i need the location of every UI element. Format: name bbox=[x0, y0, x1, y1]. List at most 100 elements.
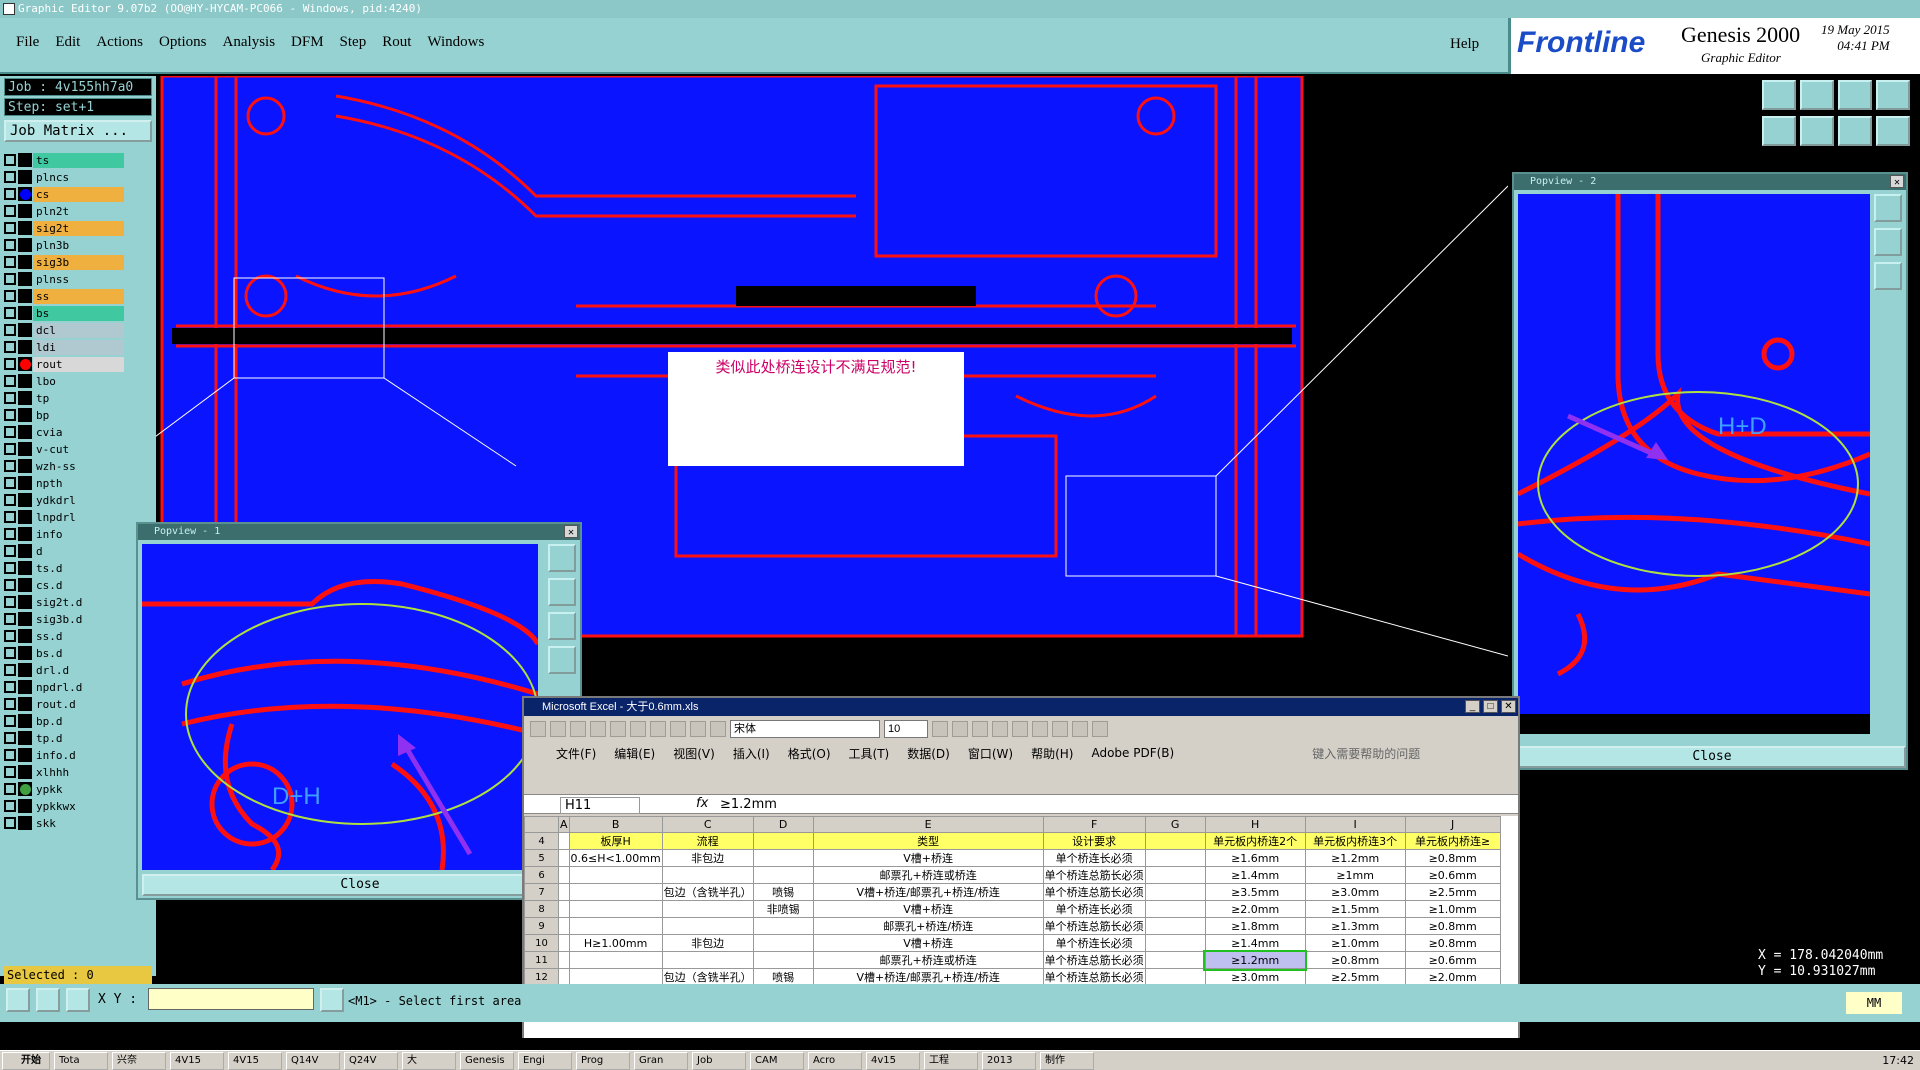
taskbar-item[interactable]: Gran bbox=[634, 1051, 688, 1070]
layer-row[interactable]: bs.d bbox=[4, 645, 124, 661]
layer-name[interactable]: cs bbox=[33, 186, 124, 202]
layer-checkbox[interactable] bbox=[4, 630, 16, 642]
cell[interactable] bbox=[752, 934, 814, 952]
taskbar-item[interactable]: 4V15 bbox=[170, 1051, 224, 1070]
taskbar-item[interactable]: 大 bbox=[402, 1051, 456, 1070]
layer-checkbox[interactable] bbox=[4, 460, 16, 472]
layer-row[interactable]: bp.d bbox=[4, 713, 124, 729]
layer-row[interactable]: info bbox=[4, 526, 124, 542]
cell[interactable]: ≥1.8mm bbox=[1204, 917, 1306, 935]
cell[interactable]: 邮票孔+桥连或桥连 bbox=[812, 866, 1044, 884]
align-left-icon[interactable] bbox=[992, 721, 1008, 737]
column-header[interactable]: C bbox=[661, 816, 754, 833]
popview-1-tool-1[interactable] bbox=[548, 544, 576, 572]
layer-checkbox[interactable] bbox=[4, 613, 16, 625]
cell[interactable]: 单个桥连长必须 bbox=[1042, 934, 1146, 952]
cell[interactable]: 单个桥连总筋长必须 bbox=[1042, 951, 1146, 969]
popview-2-tool-2[interactable] bbox=[1874, 228, 1902, 256]
popview-1-close-icon[interactable]: ✕ bbox=[564, 525, 578, 538]
layer-checkbox[interactable] bbox=[4, 596, 16, 608]
layer-name[interactable]: ldi bbox=[33, 339, 124, 355]
preview-icon[interactable] bbox=[610, 721, 626, 737]
layer-name[interactable]: bs.d bbox=[33, 645, 124, 661]
cell[interactable]: 非包边 bbox=[661, 849, 754, 867]
cell[interactable] bbox=[1144, 866, 1206, 884]
layer-checkbox[interactable] bbox=[4, 443, 16, 455]
taskbar-item[interactable]: 4v15 bbox=[866, 1051, 920, 1070]
row-header[interactable]: 9 bbox=[524, 917, 559, 935]
layer-checkbox[interactable] bbox=[4, 698, 16, 710]
cell[interactable]: ≥0.8mm bbox=[1404, 849, 1501, 867]
layer-checkbox[interactable] bbox=[4, 579, 16, 591]
spell-icon[interactable] bbox=[630, 721, 646, 737]
cell[interactable] bbox=[524, 816, 559, 833]
cell[interactable]: ≥3.5mm bbox=[1204, 883, 1306, 901]
tool-button-8[interactable] bbox=[1876, 116, 1910, 146]
row-header[interactable]: 8 bbox=[524, 900, 559, 918]
layer-row[interactable]: dcl bbox=[4, 322, 124, 338]
layer-row[interactable]: xlhhh bbox=[4, 764, 124, 780]
cell[interactable]: 板厚H bbox=[568, 832, 663, 850]
cell[interactable] bbox=[752, 866, 814, 884]
currency-icon[interactable] bbox=[1072, 721, 1088, 737]
taskbar-item[interactable]: Genesis bbox=[460, 1051, 514, 1070]
layer-name[interactable]: xlhhh bbox=[33, 764, 124, 780]
cell[interactable] bbox=[752, 849, 814, 867]
maximize-icon[interactable]: □ bbox=[1483, 700, 1498, 713]
cell[interactable] bbox=[661, 917, 754, 935]
cell[interactable]: ≥1.0mm bbox=[1404, 900, 1501, 918]
cell[interactable]: 设计要求 bbox=[1042, 832, 1146, 850]
row-header[interactable]: 11 bbox=[524, 951, 559, 969]
start-button[interactable]: 开始 bbox=[2, 1051, 50, 1070]
layer-checkbox[interactable] bbox=[4, 358, 16, 370]
tool-button-1[interactable] bbox=[1762, 80, 1796, 110]
excel-titlebar[interactable]: Microsoft Excel - 大于0.6mm.xls _ □ ✕ bbox=[524, 698, 1518, 716]
tool-button-2[interactable] bbox=[1800, 80, 1834, 110]
popview-2-close-icon[interactable]: ✕ bbox=[1890, 175, 1904, 188]
layer-name[interactable]: info bbox=[33, 526, 124, 542]
column-header[interactable]: D bbox=[752, 816, 814, 833]
row-header[interactable]: 4 bbox=[524, 832, 559, 850]
merge-icon[interactable] bbox=[1052, 721, 1068, 737]
cell[interactable] bbox=[558, 900, 570, 918]
name-box[interactable]: H11 bbox=[560, 797, 640, 814]
layer-checkbox[interactable] bbox=[4, 171, 16, 183]
popview-2-titlebar[interactable]: Popview - 2 ✕ bbox=[1514, 174, 1906, 190]
layer-name[interactable]: ypkk bbox=[33, 781, 124, 797]
cell[interactable] bbox=[1144, 917, 1206, 935]
cell[interactable]: 非包边 bbox=[661, 934, 754, 952]
align-center-icon[interactable] bbox=[1012, 721, 1028, 737]
cell[interactable]: ≥3.0mm bbox=[1204, 968, 1306, 986]
cell[interactable]: 类型 bbox=[812, 832, 1044, 850]
copy-icon[interactable] bbox=[670, 721, 686, 737]
popview-2-close-button[interactable]: Close bbox=[1518, 746, 1906, 768]
row-header[interactable]: 10 bbox=[524, 934, 559, 952]
layer-checkbox[interactable] bbox=[4, 732, 16, 744]
close-icon[interactable]: ✕ bbox=[1501, 700, 1516, 713]
layer-row[interactable]: v-cut bbox=[4, 441, 124, 457]
cell[interactable]: ≥0.6mm bbox=[1404, 951, 1501, 969]
cell[interactable]: 0.6≤H<1.00mm bbox=[568, 849, 663, 867]
layer-checkbox[interactable] bbox=[4, 375, 16, 387]
cell[interactable]: ≥2.5mm bbox=[1304, 968, 1406, 986]
column-header[interactable]: F bbox=[1042, 816, 1146, 833]
layer-name[interactable]: rout.d bbox=[33, 696, 124, 712]
row-header[interactable]: 6 bbox=[524, 866, 559, 884]
layer-row[interactable]: sig3b bbox=[4, 254, 124, 270]
taskbar-item[interactable]: Prog bbox=[576, 1051, 630, 1070]
cell[interactable]: 单个桥连长必须 bbox=[1042, 900, 1146, 918]
layer-row[interactable]: ldi bbox=[4, 339, 124, 355]
cell[interactable]: 流程 bbox=[661, 832, 754, 850]
menu-help[interactable]: Help bbox=[1450, 36, 1479, 53]
units-selector[interactable]: MM bbox=[1846, 992, 1902, 1014]
cell[interactable] bbox=[1144, 900, 1206, 918]
menu-edit[interactable]: Edit bbox=[47, 34, 88, 51]
layer-name[interactable]: ypkkwx bbox=[33, 798, 124, 814]
grid-tool-icon[interactable] bbox=[66, 988, 90, 1012]
layer-row[interactable]: rout bbox=[4, 356, 124, 372]
layer-name[interactable]: npth bbox=[33, 475, 124, 491]
column-header[interactable]: J bbox=[1404, 816, 1501, 833]
column-header[interactable]: B bbox=[568, 816, 663, 833]
cell[interactable]: V槽+桥连 bbox=[812, 849, 1044, 867]
cell[interactable]: 非喷锡 bbox=[752, 900, 814, 918]
